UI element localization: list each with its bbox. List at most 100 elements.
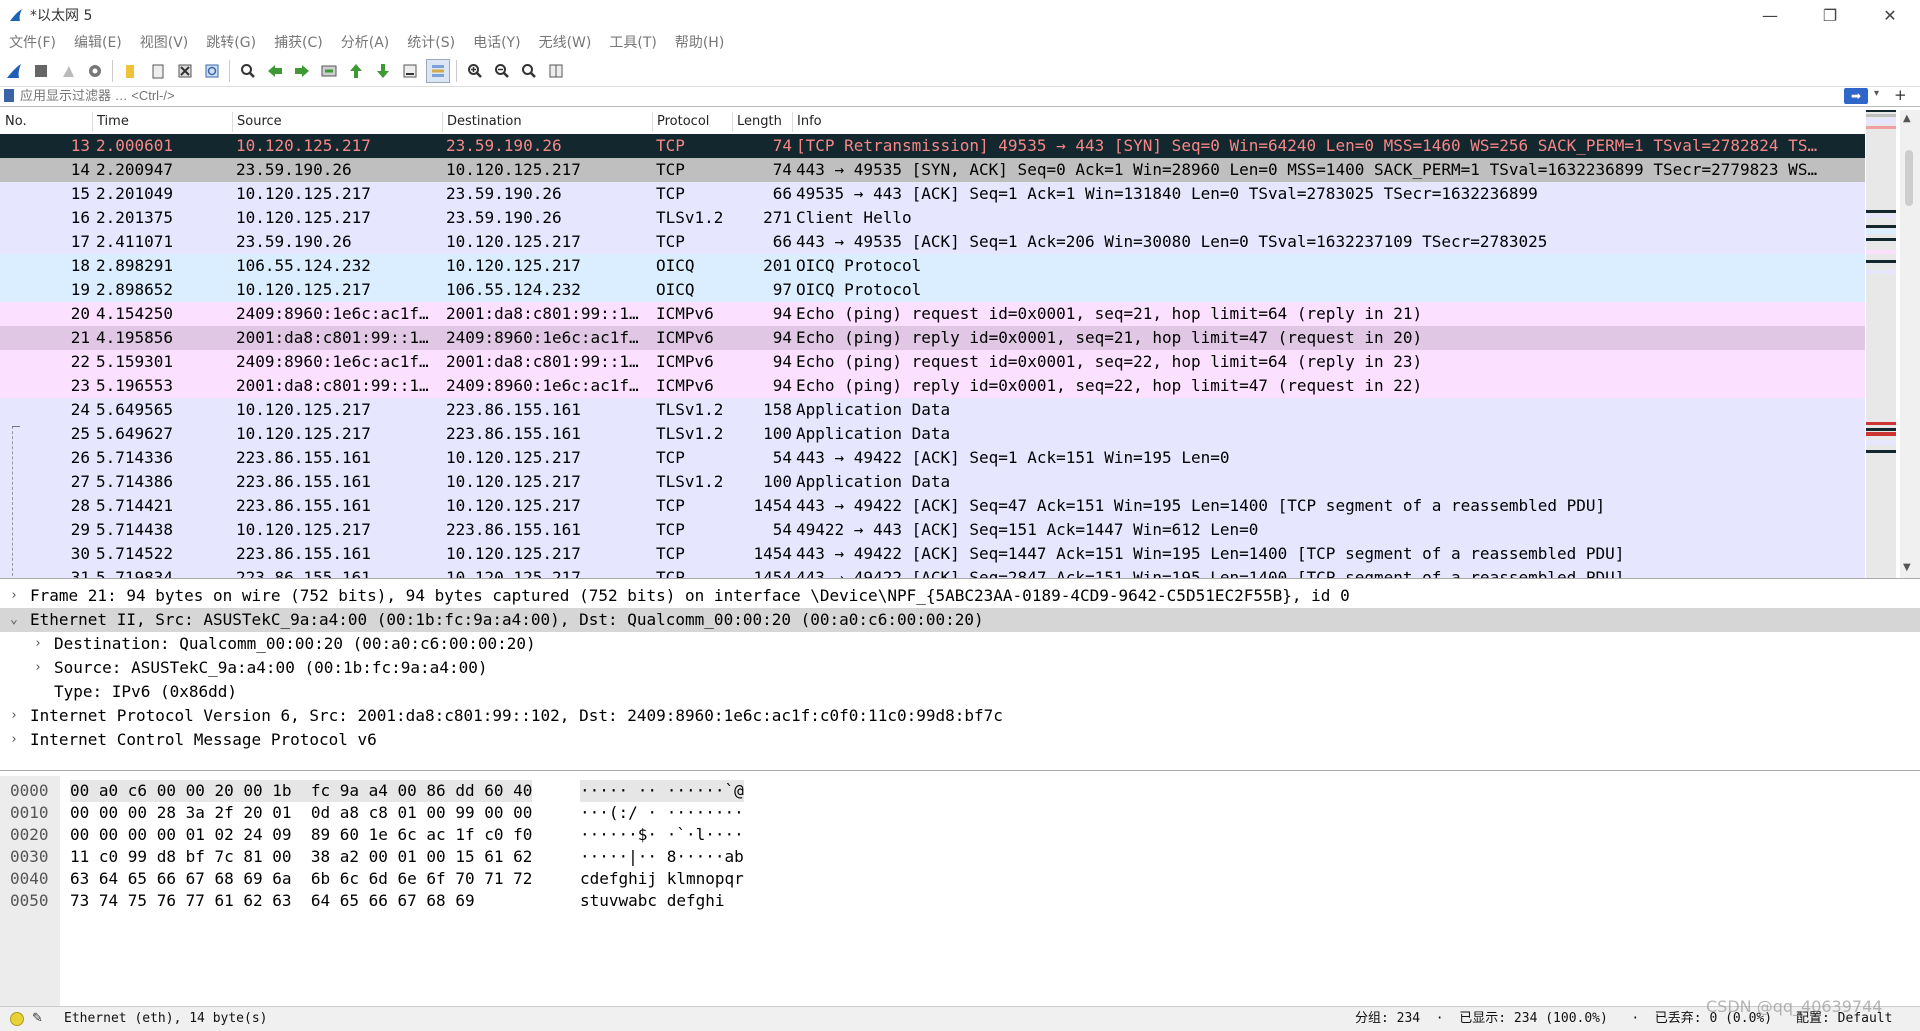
menu-help[interactable]: 帮助(H) xyxy=(666,32,733,52)
find-packet-button[interactable] xyxy=(237,60,259,82)
packet-row[interactable]: 14 2.200947 23.59.190.26 10.120.125.217 TCP 7… xyxy=(0,158,1865,182)
apply-filter-button[interactable]: ➡ xyxy=(1844,88,1868,104)
save-file-button[interactable] xyxy=(147,60,169,82)
packet-row[interactable]: 18 2.898291 106.55.124.232 10.120.125.217 OI… xyxy=(0,254,1865,278)
col-time[interactable]: Time xyxy=(97,114,129,129)
menu-tools[interactable]: 工具(T) xyxy=(600,32,665,52)
col-no[interactable]: No. xyxy=(5,114,27,129)
bytes-hex[interactable]: 63 64 65 66 67 68 69 6a 6b 6c 6d 6e 6f 7… xyxy=(70,868,532,890)
stop-capture-button[interactable] xyxy=(30,60,52,82)
packet-row[interactable]: 21 4.195856 2001:da8:c801:99::1… 2409:8960:… xyxy=(0,326,1865,350)
packet-row[interactable]: 23 5.196553 2001:da8:c801:99::1… 2409:8960:… xyxy=(0,374,1865,398)
scroll-thumb[interactable] xyxy=(1905,150,1913,206)
bookmark-icon[interactable] xyxy=(4,89,14,102)
menu-edit[interactable]: 编辑(E) xyxy=(65,32,131,52)
display-filter-input[interactable] xyxy=(20,87,1840,104)
capture-options-button[interactable] xyxy=(84,60,106,82)
zoom-in-button[interactable] xyxy=(464,60,486,82)
chevron-right-icon[interactable]: › xyxy=(34,656,42,680)
packet-row[interactable]: 20 4.154250 2409:8960:1e6c:ac1f… 2001:da8:c… xyxy=(0,302,1865,326)
packet-row[interactable]: 27 5.714386 223.86.155.161 10.120.125.217 TL… xyxy=(0,470,1865,494)
menu-wireless[interactable]: 无线(W) xyxy=(530,32,601,52)
detail-tree-item[interactable]: › Internet Protocol Version 6, Src: 2001:… xyxy=(0,704,1920,728)
packet-row[interactable]: 31 5.719834 223.86.155.161 10.120.125.217 TC… xyxy=(0,566,1865,578)
zoom-reset-button[interactable] xyxy=(518,60,540,82)
menu-view[interactable]: 视图(V) xyxy=(131,32,198,52)
packet-row[interactable]: 15 2.201049 10.120.125.217 23.59.190.26 TCP 6… xyxy=(0,182,1865,206)
expert-info-icon[interactable] xyxy=(10,1012,24,1026)
column-divider[interactable] xyxy=(92,112,93,132)
zoom-out-button[interactable] xyxy=(491,60,513,82)
bytes-hex[interactable]: 00 00 00 00 01 02 24 09 89 60 1e 6c ac 1… xyxy=(70,824,532,846)
bytes-ascii[interactable]: ····· ·· ······`@ xyxy=(580,780,744,802)
menu-go[interactable]: 跳转(G) xyxy=(197,32,265,52)
column-divider[interactable] xyxy=(232,112,233,132)
detail-tree-item[interactable]: › Frame 21: 94 bytes on wire (752 bits), … xyxy=(0,584,1920,608)
open-file-button[interactable] xyxy=(120,60,142,82)
menu-analyze[interactable]: 分析(A) xyxy=(332,32,399,52)
chevron-right-icon[interactable]: › xyxy=(10,704,18,728)
detail-tree-item[interactable]: › Source: ASUSTekC_9a:a4:00 (00:1b:fc:9a:… xyxy=(0,656,1920,680)
packet-row[interactable]: 19 2.898652 10.120.125.217 106.55.124.232 OI… xyxy=(0,278,1865,302)
col-info[interactable]: Info xyxy=(797,114,822,129)
scroll-down-icon[interactable]: ▼ xyxy=(1903,562,1911,573)
packet-row[interactable]: 22 5.159301 2409:8960:1e6c:ac1f… 2001:da8:c… xyxy=(0,350,1865,374)
chevron-right-icon[interactable]: › xyxy=(34,632,42,656)
scroll-up-icon[interactable]: ▲ xyxy=(1903,113,1911,124)
start-capture-button[interactable] xyxy=(3,60,25,82)
detail-tree-item[interactable]: ⌄ Ethernet II, Src: ASUSTekC_9a:a4:00 (00… xyxy=(0,608,1920,632)
chevron-right-icon[interactable]: › xyxy=(10,584,18,608)
packet-row[interactable]: 25 5.649627 10.120.125.217 223.86.155.161 TL… xyxy=(0,422,1865,446)
go-back-button[interactable] xyxy=(264,60,286,82)
bytes-hex[interactable]: 00 a0 c6 00 00 20 00 1b fc 9a a4 00 86 d… xyxy=(70,780,533,802)
resize-columns-button[interactable] xyxy=(545,60,567,82)
bytes-ascii[interactable]: ···(:/ · ········ xyxy=(580,802,744,824)
packet-list-scrollbar[interactable]: ▲ ▼ xyxy=(1900,110,1920,578)
packet-row[interactable]: 29 5.714438 10.120.125.217 223.86.155.161 TC… xyxy=(0,518,1865,542)
restart-capture-button[interactable] xyxy=(57,60,79,82)
column-divider[interactable] xyxy=(732,112,733,132)
autoscroll-button[interactable] xyxy=(399,60,421,82)
bytes-ascii[interactable]: cdefghij klmnopqr xyxy=(580,868,744,890)
menu-statistics[interactable]: 统计(S) xyxy=(398,32,464,52)
col-protocol[interactable]: Protocol xyxy=(657,114,709,129)
restore-button[interactable]: ❐ xyxy=(1805,0,1855,30)
packet-row[interactable]: 16 2.201375 10.120.125.217 23.59.190.26 TLSv… xyxy=(0,206,1865,230)
go-to-packet-button[interactable] xyxy=(318,60,340,82)
first-packet-button[interactable] xyxy=(345,60,367,82)
packet-row[interactable]: 17 2.411071 23.59.190.26 10.120.125.217 TCP 6… xyxy=(0,230,1865,254)
packet-row[interactable]: 13 2.000601 10.120.125.217 23.59.190.26 TCP 7… xyxy=(0,134,1865,158)
column-divider[interactable] xyxy=(652,112,653,132)
go-forward-button[interactable] xyxy=(291,60,313,82)
packet-row[interactable]: 24 5.649565 10.120.125.217 223.86.155.161 TL… xyxy=(0,398,1865,422)
detail-tree-item[interactable]: › Internet Control Message Protocol v6 xyxy=(0,728,1920,752)
col-source[interactable]: Source xyxy=(237,114,282,129)
bytes-ascii[interactable]: ······$· ·`·l···· xyxy=(580,824,744,846)
capture-comment-icon[interactable]: ✎ xyxy=(32,1007,43,1031)
menu-telephony[interactable]: 电话(Y) xyxy=(464,32,529,52)
packet-row[interactable]: 30 5.714522 223.86.155.161 10.120.125.217 TC… xyxy=(0,542,1865,566)
col-length[interactable]: Length xyxy=(737,114,782,129)
column-divider[interactable] xyxy=(442,112,443,132)
close-button[interactable]: ✕ xyxy=(1865,0,1915,30)
bytes-hex[interactable]: 73 74 75 76 77 61 62 63 64 65 66 67 68 6… xyxy=(70,890,475,912)
chevron-right-icon[interactable]: › xyxy=(10,728,18,752)
close-file-button[interactable] xyxy=(174,60,196,82)
bytes-hex[interactable]: 00 00 00 28 3a 2f 20 01 0d a8 c8 01 00 9… xyxy=(70,802,532,824)
packet-minimap[interactable] xyxy=(1866,110,1896,578)
menu-capture[interactable]: 捕获(C) xyxy=(265,32,332,52)
bytes-hex[interactable]: 11 c0 99 d8 bf 7c 81 00 38 a2 00 01 00 1… xyxy=(70,846,532,868)
reload-file-button[interactable] xyxy=(201,60,223,82)
column-divider[interactable] xyxy=(792,112,793,132)
colorize-button[interactable] xyxy=(426,58,450,83)
bytes-ascii[interactable]: ·····|·· 8·····ab xyxy=(580,846,744,868)
bytes-ascii[interactable]: stuvwabc defghi xyxy=(580,890,725,912)
minimize-button[interactable]: — xyxy=(1745,0,1795,30)
detail-tree-item[interactable]: › Destination: Qualcomm_00:00:20 (00:a0:c… xyxy=(0,632,1920,656)
chevron-down-icon[interactable]: ⌄ xyxy=(10,608,18,632)
add-filter-button[interactable]: + xyxy=(1894,86,1907,104)
menu-file[interactable]: 文件(F) xyxy=(0,32,65,52)
col-destination[interactable]: Destination xyxy=(447,114,522,129)
detail-tree-item[interactable]: Type: IPv6 (0x86dd) xyxy=(0,680,1920,704)
filter-history-dropdown[interactable]: ▾ xyxy=(1874,88,1879,99)
